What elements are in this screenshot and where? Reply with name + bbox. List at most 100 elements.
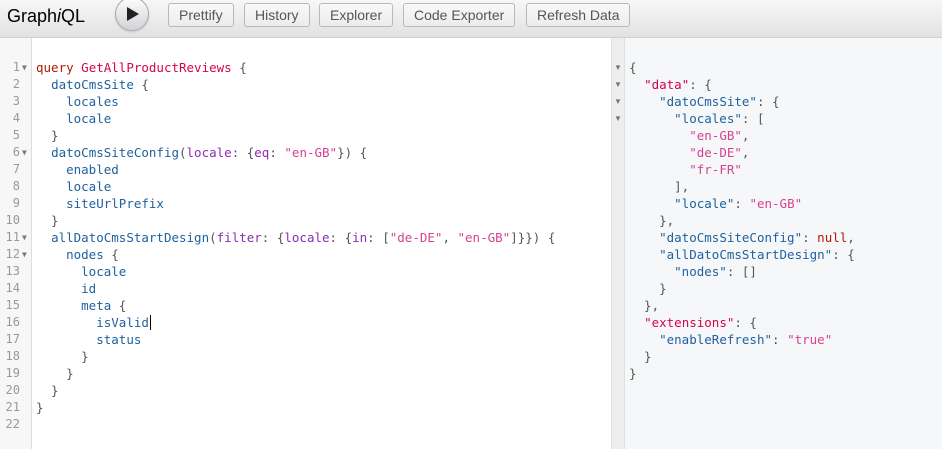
result-line: } — [629, 365, 637, 382]
query-editor[interactable]: 1 ▼ query GetAllProductReviews {2 datoCmsS… — [0, 38, 612, 449]
execute-query-button[interactable] — [115, 0, 149, 31]
refresh-data-button[interactable]: Refresh Data — [526, 3, 631, 27]
editor-line[interactable]: 10 } — [0, 212, 611, 229]
code-token: enabled — [66, 162, 119, 177]
result-token: : { — [689, 77, 712, 92]
result-line: "de-DE", — [629, 144, 749, 161]
editor-line[interactable]: 18 } — [0, 348, 611, 365]
fold-arrow-icon[interactable]: ▼ — [22, 246, 27, 263]
result-fold-arrow-icon[interactable]: ▼ — [613, 59, 623, 76]
editor-line[interactable]: 3 locales — [0, 93, 611, 110]
code-token: }) { — [337, 145, 368, 160]
code-token: locale — [186, 145, 232, 160]
line-number: 21 — [5, 400, 20, 414]
line-number: 20 — [5, 383, 20, 397]
fold-arrow-icon[interactable]: ▼ — [22, 144, 27, 161]
code-token: in — [352, 230, 368, 245]
code-token: locales — [66, 94, 119, 109]
history-button[interactable]: History — [244, 3, 310, 27]
editor-line[interactable]: 15 meta { — [0, 297, 611, 314]
code-text: datoCmsSite { — [36, 76, 149, 93]
editor-line[interactable]: 19 } — [0, 365, 611, 382]
code-exporter-button[interactable]: Code Exporter — [403, 3, 516, 27]
line-number: 12 — [5, 247, 20, 261]
result-token: : { — [734, 315, 757, 330]
result-token: "locale" — [674, 196, 735, 211]
code-token: isValid — [96, 315, 149, 330]
code-text: } — [36, 348, 89, 365]
editor-line[interactable]: 21} — [0, 399, 611, 416]
code-text: locale — [36, 263, 126, 280]
editor-line[interactable]: 16 isValid — [0, 314, 611, 331]
fold-arrow-icon[interactable]: ▼ — [22, 229, 27, 246]
result-line: "en-GB", — [629, 127, 749, 144]
code-token: { — [111, 298, 127, 313]
code-token: ( — [209, 230, 217, 245]
line-number: 14 — [5, 281, 20, 295]
editor-line[interactable]: 1 ▼ query GetAllProductReviews { — [0, 59, 611, 76]
line-number: 8 — [12, 179, 20, 193]
editor-line[interactable]: 5 } — [0, 127, 611, 144]
logo-suffix: QL — [61, 6, 86, 26]
result-token — [629, 128, 689, 143]
editor-line[interactable]: 20 } — [0, 382, 611, 399]
result-fold-arrow-icon[interactable]: ▼ — [613, 110, 623, 127]
explorer-button[interactable]: Explorer — [319, 3, 394, 27]
editor-line[interactable]: 12 ▼ nodes { — [0, 246, 611, 263]
code-token: meta — [81, 298, 112, 313]
editor-line[interactable]: 9 siteUrlPrefix — [0, 195, 611, 212]
editor-line[interactable]: 22 — [0, 416, 611, 433]
code-token: } — [36, 383, 59, 398]
result-fold-arrow-icon[interactable]: ▼ — [613, 93, 623, 110]
result-token: } — [629, 349, 652, 364]
editor-line[interactable]: 14 id — [0, 280, 611, 297]
editor-line[interactable]: 7 enabled — [0, 161, 611, 178]
result-token: : [] — [726, 264, 757, 279]
editor-line[interactable]: 11 ▼ allDatoCmsStartDesign(filter: {local… — [0, 229, 611, 246]
code-token: } — [36, 400, 44, 415]
code-text: } — [36, 365, 74, 382]
prettify-button[interactable]: Prettify — [168, 3, 234, 27]
result-token: }, — [629, 298, 660, 313]
line-number: 15 — [5, 298, 20, 312]
code-token: siteUrlPrefix — [66, 196, 164, 211]
result-line: "locale": "en-GB" — [629, 195, 802, 212]
code-token: } — [36, 128, 59, 143]
editor-line[interactable]: 4 locale — [0, 110, 611, 127]
code-text: locale — [36, 110, 111, 127]
editor-line[interactable]: 6 ▼ datoCmsSiteConfig(locale: {eq: "en-GB… — [0, 144, 611, 161]
code-token: GetAllProductReviews — [81, 60, 232, 75]
result-token: "enableRefresh" — [659, 332, 772, 347]
result-line: "fr-FR" — [629, 161, 742, 178]
code-token: allDatoCmsStartDesign — [51, 230, 210, 245]
result-token: : { — [756, 94, 780, 109]
code-token: { — [133, 77, 149, 92]
code-text: locale — [36, 178, 111, 195]
code-token: , — [442, 230, 458, 245]
result-fold-arrow-icon[interactable]: ▼ — [613, 76, 623, 93]
code-token: : [ — [367, 230, 390, 245]
editor-line[interactable]: 17 status — [0, 331, 611, 348]
editor-line[interactable]: 8 locale — [0, 178, 611, 195]
result-token: : { — [832, 247, 855, 262]
editor-line[interactable]: 2 datoCmsSite { — [0, 76, 611, 93]
result-token: : [ — [741, 111, 765, 126]
code-text: allDatoCmsStartDesign(filter: {locale: {… — [36, 229, 555, 246]
editor-line[interactable]: 13 locale — [0, 263, 611, 280]
code-token: ]}}) { — [510, 230, 556, 245]
result-token: } — [629, 281, 667, 296]
result-line: "data": { — [629, 76, 712, 93]
line-number: 11 — [5, 230, 20, 244]
fold-arrow-icon[interactable]: ▼ — [22, 59, 27, 76]
code-text: isValid — [36, 314, 151, 331]
code-token: id — [81, 281, 97, 296]
line-number: 4 — [12, 111, 20, 125]
